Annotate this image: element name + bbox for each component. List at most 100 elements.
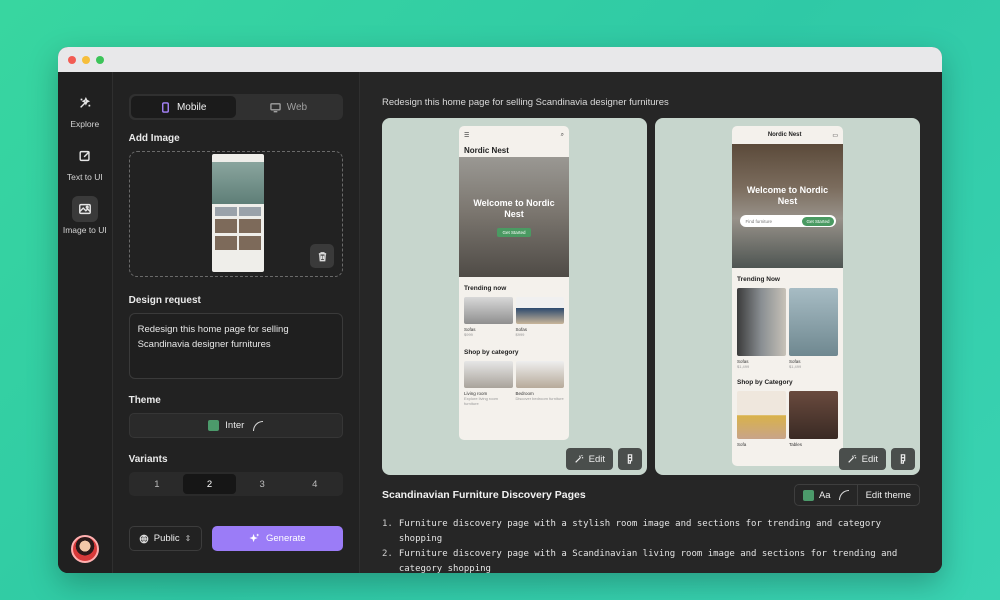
monitor-icon [269,102,281,112]
web-label: Web [286,101,308,113]
category-sub: Discover bedroom furniture [515,396,564,401]
mobile-label: Mobile [176,101,207,113]
maximize-window-dot[interactable] [96,55,104,64]
visibility-select[interactable]: Public ⇕ [128,526,202,551]
preview-hero-title: Welcome to Nordic Nest [746,185,829,206]
figma-export-button[interactable] [891,448,915,470]
rail-item-text-to-ui[interactable]: Text to UI [58,143,112,182]
product-price: $1,499 [789,364,802,369]
mobile-option[interactable]: Mobile [130,96,236,118]
theme-color-swatch [802,489,814,501]
minimize-window-dot[interactable] [82,55,90,64]
sparkle-icon [249,533,260,543]
generate-label: Generate [265,533,306,544]
variant-card-1[interactable]: ☰ ⌕ Nordic Nest Welcome to Nordic Nest Ge… [382,118,647,475]
image-dropzone[interactable] [128,151,343,277]
variant-option-4[interactable]: 4 [288,474,341,494]
category-image [737,391,786,439]
product-image [515,297,564,324]
device-toggle: Mobile Web [128,94,343,120]
trash-icon [318,251,326,261]
variant-card-2[interactable]: Nordic Nest ▭ Welcome to Nordic Nest Find… [655,118,920,475]
category-image [464,361,513,388]
magic-wand-icon [847,454,856,463]
title-bar [58,47,942,72]
figma-export-button[interactable] [618,448,642,470]
preview-cta: Get Started [497,227,531,237]
variant-option-2[interactable]: 2 [183,474,236,494]
preview-brand: Nordic Nest [464,146,509,155]
preview-section-title: Trending Now [737,276,780,283]
category-name: Sofa [737,442,747,447]
image-icon [71,196,98,222]
category-image [515,361,564,388]
preview-hero-title: Welcome to Nordic Nest [473,197,555,219]
product-price: $999 [464,332,473,337]
edit-icon [72,143,98,169]
category-sub: Explore living room furniture [464,396,499,406]
variant-option-3[interactable]: 3 [236,474,289,494]
category-image [789,391,838,439]
font-sample: Aa [818,489,831,501]
design-request-input[interactable]: Redesign this home page for selling Scan… [128,313,343,379]
preview-search-bar: Find furniture Get Started [739,215,836,227]
rail-label: Image to UI [62,225,107,235]
variant-descriptions: 1. Furniture discovery page with a styli… [382,517,920,573]
request-heading: Redesign this home page for selling Scan… [382,97,669,108]
close-window-dot[interactable] [68,55,76,64]
product-image [464,297,513,324]
preview-hero-image: Welcome to Nordic Nest Get Started [459,157,569,277]
theme-label: Theme [128,395,161,406]
corner-radius-icon [838,490,849,500]
rail-item-explore[interactable]: Explore [58,90,112,129]
mobile-preview-2: Nordic Nest ▭ Welcome to Nordic Nest Find… [732,126,843,466]
theme-font: Inter [225,420,245,431]
design-request-label: Design request [128,295,201,306]
updown-chevron-icon: ⇕ [184,534,192,543]
left-rail: Explore Text to UI Image to UI [58,72,113,573]
theme-controls: Aa Edit theme [793,484,920,506]
edit-button[interactable]: Edit [838,448,886,470]
cart-icon: ▭ [832,132,838,139]
result-title: Scandinavian Furniture Discovery Pages [382,489,586,501]
preview-cta: Get Started [802,216,834,226]
mobile-preview-1: ☰ ⌕ Nordic Nest Welcome to Nordic Nest Ge… [459,126,569,440]
list-item: 2. Furniture discovery page with a Scand… [382,549,898,573]
theme-quick-button[interactable]: Aa [795,485,858,505]
avatar[interactable] [71,535,99,563]
uploaded-image-thumbnail [211,154,264,272]
figma-icon [900,454,906,464]
rail-label: Explore [70,119,100,129]
preview-section-title: Shop by category [464,349,519,356]
variants-selector: 1 2 3 4 [128,472,343,496]
product-image [789,288,838,356]
variant-option-1[interactable]: 1 [131,474,184,494]
edit-theme-button[interactable]: Edit theme [858,490,919,501]
preview-search-placeholder: Find furniture [745,218,773,224]
theme-selector[interactable]: Inter [128,413,343,438]
phone-icon [162,101,169,113]
menu-icon: ☰ [464,132,470,139]
edit-label: Edit [588,453,605,465]
preview-hero-image: Welcome to Nordic Nest Find furniture Ge… [732,144,843,268]
variants-label: Variants [128,454,168,465]
theme-color-swatch [208,420,220,431]
figma-icon [627,454,633,464]
add-image-label: Add Image [128,133,180,144]
corner-radius-icon [253,420,264,431]
results-area: Redesign this home page for selling Scan… [360,72,942,573]
rail-item-image-to-ui[interactable]: Image to UI [58,196,112,235]
magic-wand-icon [574,454,583,463]
delete-image-button[interactable] [310,244,334,268]
preview-brand: Nordic Nest [767,132,802,138]
category-name: Tables [789,442,803,447]
edit-button[interactable]: Edit [565,448,613,470]
product-price: $999 [515,332,525,337]
product-image [737,288,786,356]
web-option[interactable]: Web [236,96,341,118]
preview-section-title: Shop by Category [737,379,793,386]
preview-section-title: Trending now [464,285,507,292]
generate-button[interactable]: Generate [211,526,343,551]
app-window: Explore Text to UI Image to UI Mobile We… [58,47,942,573]
list-item: 1. Furniture discovery page with a styli… [382,519,882,544]
